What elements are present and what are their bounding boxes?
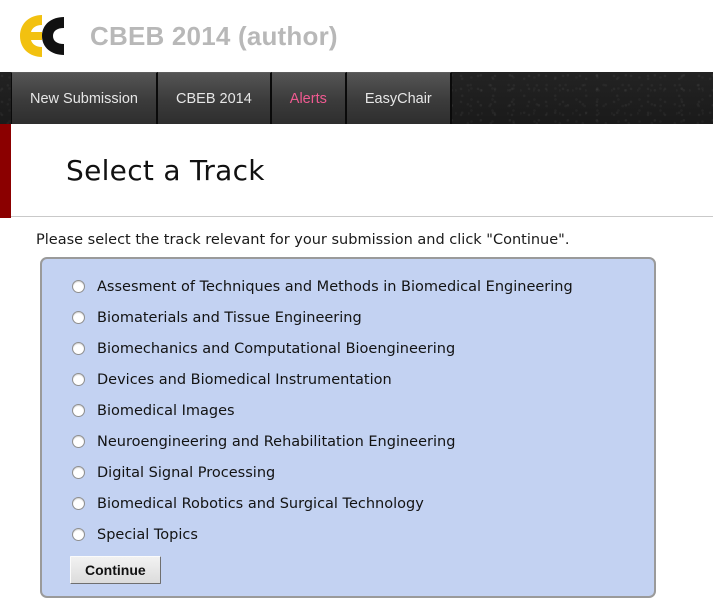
radio-button-icon[interactable] bbox=[72, 311, 85, 324]
instructions-text: Please select the track relevant for you… bbox=[36, 232, 570, 248]
track-option-digital-signal-processing[interactable]: Digital Signal Processing bbox=[42, 457, 654, 488]
nav-tab-label: New Submission bbox=[30, 90, 138, 107]
track-option-devices-biomedical-instrumentation[interactable]: Devices and Biomedical Instrumentation bbox=[42, 364, 654, 395]
track-option-label: Biomedical Robotics and Surgical Technol… bbox=[97, 495, 424, 512]
continue-button-row: Continue bbox=[42, 550, 654, 584]
nav-tab-label: CBEB 2014 bbox=[176, 90, 252, 107]
track-option-label: Devices and Biomedical Instrumentation bbox=[97, 371, 392, 388]
track-option-label: Biomedical Images bbox=[97, 402, 235, 419]
site-title: CBEB 2014 (author) bbox=[90, 20, 338, 51]
track-option-biomechanics-computational-bioengineering[interactable]: Biomechanics and Computational Bioengine… bbox=[42, 333, 654, 364]
radio-button-icon[interactable] bbox=[72, 404, 85, 417]
nav-tab-alerts[interactable]: Alerts bbox=[271, 72, 347, 124]
main-navigation-bar: New Submission CBEB 2014 Alerts EasyChai… bbox=[0, 72, 713, 124]
radio-button-icon[interactable] bbox=[72, 466, 85, 479]
radio-button-icon[interactable] bbox=[72, 373, 85, 386]
nav-tab-new-submission[interactable]: New Submission bbox=[11, 72, 158, 124]
radio-button-icon[interactable] bbox=[72, 280, 85, 293]
track-option-biomaterials-tissue-engineering[interactable]: Biomaterials and Tissue Engineering bbox=[42, 302, 654, 333]
track-option-biomedical-images[interactable]: Biomedical Images bbox=[42, 395, 654, 426]
track-option-label: Special Topics bbox=[97, 526, 198, 543]
page-title: Select a Track bbox=[66, 153, 265, 187]
track-option-label: Biomaterials and Tissue Engineering bbox=[97, 309, 362, 326]
accent-bar bbox=[0, 124, 11, 218]
page-content: Select a Track Please select the track r… bbox=[0, 124, 713, 598]
radio-button-icon[interactable] bbox=[72, 528, 85, 541]
nav-tab-label: EasyChair bbox=[364, 90, 432, 107]
track-option-label: Biomechanics and Computational Bioengine… bbox=[97, 340, 456, 357]
nav-tab-easychair[interactable]: EasyChair bbox=[346, 72, 452, 124]
easychair-logo-icon bbox=[12, 11, 76, 61]
radio-button-icon[interactable] bbox=[72, 497, 85, 510]
track-option-neuroengineering-rehabilitation[interactable]: Neuroengineering and Rehabilitation Engi… bbox=[42, 426, 654, 457]
radio-button-icon[interactable] bbox=[72, 435, 85, 448]
track-option-assesment-techniques-methods[interactable]: Assesment of Techniques and Methods in B… bbox=[42, 271, 654, 302]
nav-tab-label: Alerts bbox=[289, 90, 327, 107]
page-title-area: Select a Track bbox=[0, 124, 713, 217]
track-selection-panel: Assesment of Techniques and Methods in B… bbox=[40, 257, 656, 598]
track-option-biomedical-robotics-surgical-technology[interactable]: Biomedical Robotics and Surgical Technol… bbox=[42, 488, 654, 519]
track-option-label: Neuroengineering and Rehabilitation Engi… bbox=[97, 433, 456, 450]
track-option-label: Digital Signal Processing bbox=[97, 464, 276, 481]
page-header: CBEB 2014 (author) bbox=[0, 0, 713, 72]
radio-button-icon[interactable] bbox=[72, 342, 85, 355]
nav-tab-cbeb-2014[interactable]: CBEB 2014 bbox=[158, 72, 272, 124]
continue-button[interactable]: Continue bbox=[70, 556, 161, 584]
track-option-label: Assesment of Techniques and Methods in B… bbox=[97, 278, 573, 295]
track-option-special-topics[interactable]: Special Topics bbox=[42, 519, 654, 550]
